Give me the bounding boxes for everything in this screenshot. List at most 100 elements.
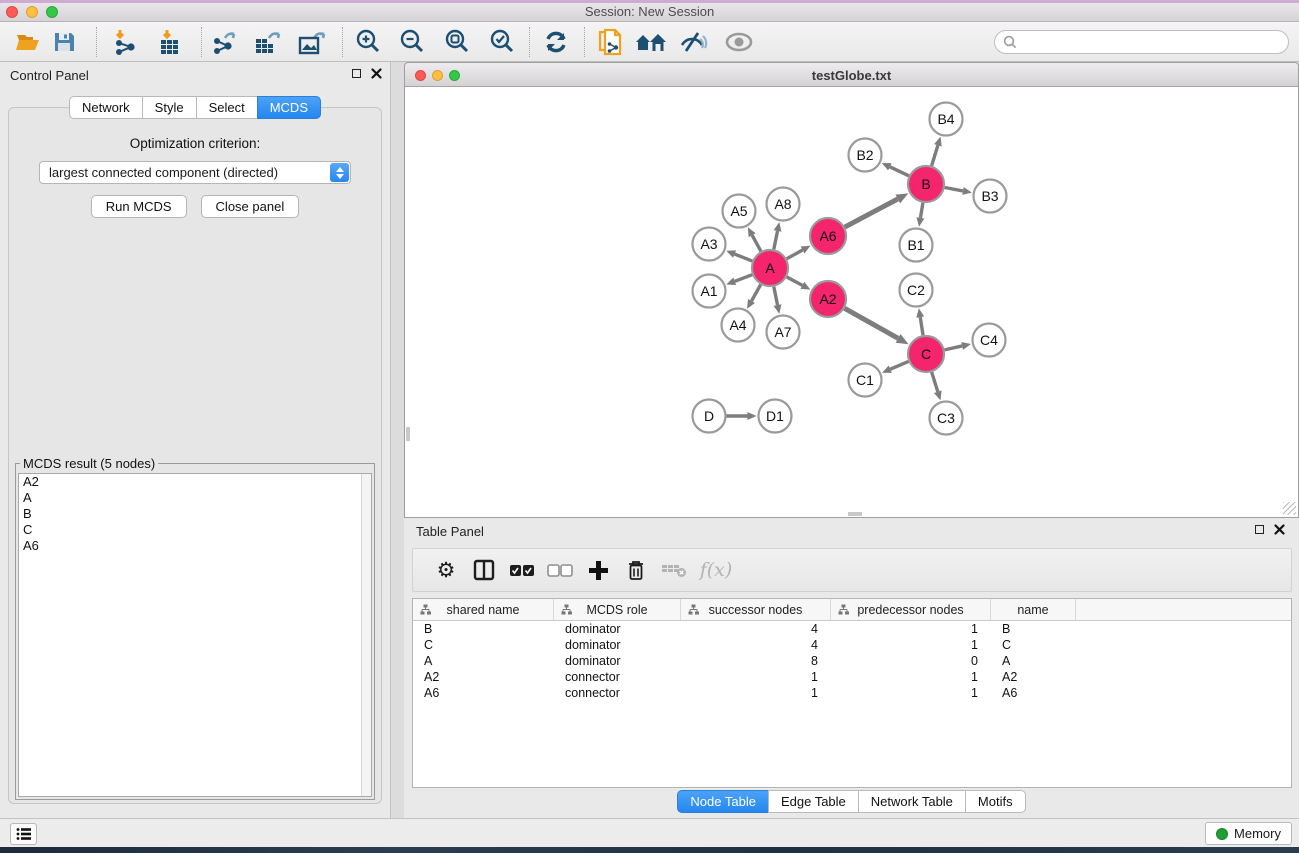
column-header-successor-nodes[interactable]: successor nodes xyxy=(681,599,831,620)
close-panel-button[interactable]: Close panel xyxy=(201,195,300,218)
table-cell[interactable]: 4 xyxy=(681,638,831,652)
open-session-button[interactable] xyxy=(10,25,46,59)
table-settings-button[interactable]: ⚙ xyxy=(427,552,465,588)
hide-selected-button[interactable] xyxy=(675,25,711,59)
column-header-name[interactable]: name xyxy=(991,599,1076,620)
table-cell[interactable]: C xyxy=(991,638,1076,652)
table-cell[interactable]: B xyxy=(413,622,554,636)
network-canvas[interactable]: B4B2BB3A8A5A6B1A3AC2A1A2A4A7C4CC1DD1C3 xyxy=(404,87,1299,518)
float-panel-icon[interactable] xyxy=(352,69,361,78)
table-cell[interactable]: A xyxy=(991,654,1076,668)
tab-network-table[interactable]: Network Table xyxy=(858,790,966,813)
table-row[interactable]: A2connector11A2 xyxy=(413,669,1291,685)
graph-edge-A-A3[interactable] xyxy=(735,254,753,261)
show-all-button[interactable] xyxy=(721,25,757,59)
result-list-item[interactable]: B xyxy=(19,506,371,522)
table-cell[interactable]: 1 xyxy=(831,670,991,684)
table-cell[interactable]: dominator xyxy=(554,622,681,636)
add-column-button[interactable] xyxy=(579,552,617,588)
canvas-vertical-scroll-indicator[interactable] xyxy=(406,427,410,441)
resize-grip[interactable] xyxy=(1283,502,1296,515)
tab-style[interactable]: Style xyxy=(142,96,197,119)
tab-edge-table[interactable]: Edge Table xyxy=(768,790,859,813)
search-input[interactable] xyxy=(1017,32,1288,52)
graph-edge-A-A2[interactable] xyxy=(787,277,803,285)
result-list-item[interactable]: C xyxy=(19,522,371,538)
table-cell[interactable]: A6 xyxy=(413,686,554,700)
table-cell[interactable]: dominator xyxy=(554,638,681,652)
select-all-button[interactable] xyxy=(503,552,541,588)
zoom-in-button[interactable] xyxy=(349,25,385,59)
mcds-result-list[interactable]: A2ABCA6 xyxy=(18,473,372,797)
zoom-out-button[interactable] xyxy=(393,25,429,59)
save-session-button[interactable] xyxy=(46,25,82,59)
graph-edge-A-A1[interactable] xyxy=(735,275,752,282)
table-cell[interactable]: 1 xyxy=(831,638,991,652)
graph-edge-A2-C[interactable] xyxy=(845,308,899,338)
memory-button[interactable]: Memory xyxy=(1205,822,1292,845)
table-row[interactable]: Cdominator41C xyxy=(413,637,1291,653)
graph-edge-C-C1[interactable] xyxy=(890,361,908,369)
table-row[interactable]: A6connector11A6 xyxy=(413,685,1291,701)
table-cell[interactable]: dominator xyxy=(554,654,681,668)
graph-edge-A-A4[interactable] xyxy=(751,285,760,301)
deselect-all-button[interactable] xyxy=(541,552,579,588)
graph-edge-A-A6[interactable] xyxy=(787,250,803,259)
table-cell[interactable]: 1 xyxy=(831,686,991,700)
column-header-predecessor-nodes[interactable]: predecessor nodes xyxy=(831,599,991,620)
graph-edge-B-B3[interactable] xyxy=(945,188,963,191)
import-table-button[interactable] xyxy=(153,25,189,59)
zoom-selected-button[interactable] xyxy=(483,25,519,59)
table-cell[interactable]: A6 xyxy=(991,686,1076,700)
delete-column-button[interactable] xyxy=(617,552,655,588)
table-cell[interactable]: connector xyxy=(554,670,681,684)
table-cell[interactable]: 4 xyxy=(681,622,831,636)
float-table-panel-icon[interactable] xyxy=(1255,525,1264,534)
graph-edge-C-C3[interactable] xyxy=(932,372,938,392)
run-mcds-button[interactable]: Run MCDS xyxy=(91,195,187,218)
column-header-shared-name[interactable]: shared name xyxy=(413,599,554,620)
home-layout-button[interactable] xyxy=(633,25,669,59)
graph-edge-B-B1[interactable] xyxy=(920,203,922,218)
graph-edge-A-A5[interactable] xyxy=(752,235,761,251)
table-cell[interactable]: 1 xyxy=(681,670,831,684)
tab-network[interactable]: Network xyxy=(69,96,143,119)
table-cell[interactable]: A2 xyxy=(991,670,1076,684)
graph-edge-C-C4[interactable] xyxy=(945,346,963,350)
tab-motifs[interactable]: Motifs xyxy=(965,790,1026,813)
table-cell[interactable]: A2 xyxy=(413,670,554,684)
result-list-item[interactable]: A6 xyxy=(19,538,371,554)
graph-edge-C-C2[interactable] xyxy=(920,317,923,335)
tab-node-table[interactable]: Node Table xyxy=(677,790,769,813)
export-table-button[interactable] xyxy=(250,25,286,59)
result-list-scrollbar[interactable] xyxy=(361,474,371,796)
export-image-button[interactable] xyxy=(294,25,330,59)
search-field[interactable] xyxy=(994,30,1289,54)
graph-edge-A-A8[interactable] xyxy=(774,231,778,249)
table-row[interactable]: Adominator80A xyxy=(413,653,1291,669)
delete-table-button[interactable] xyxy=(655,552,693,588)
table-row[interactable]: Bdominator41B xyxy=(413,621,1291,637)
criterion-dropdown[interactable]: largest connected component (directed) xyxy=(39,161,351,184)
result-list-item[interactable]: A xyxy=(19,490,371,506)
graph-edge-B-B4[interactable] xyxy=(932,145,938,166)
export-network-button[interactable] xyxy=(206,25,242,59)
table-cell[interactable]: 1 xyxy=(681,686,831,700)
graph-edge-B-B2[interactable] xyxy=(890,167,909,176)
close-panel-icon[interactable] xyxy=(371,68,382,79)
result-list-item[interactable]: A2 xyxy=(19,474,371,490)
zoom-fit-button[interactable] xyxy=(438,25,474,59)
canvas-horizontal-scroll-indicator[interactable] xyxy=(848,512,862,516)
graph-edge-A-A7[interactable] xyxy=(774,287,778,305)
tab-select[interactable]: Select xyxy=(196,96,258,119)
copy-network-view-button[interactable] xyxy=(593,25,629,59)
function-builder-button[interactable]: f(x) xyxy=(693,552,739,588)
network-window-titlebar[interactable]: testGlobe.txt xyxy=(404,62,1299,87)
table-cell[interactable]: 0 xyxy=(831,654,991,668)
table-cell[interactable]: 8 xyxy=(681,654,831,668)
table-cell[interactable]: 1 xyxy=(831,622,991,636)
table-cell[interactable]: C xyxy=(413,638,554,652)
import-network-button[interactable] xyxy=(107,25,143,59)
graph-edge-A6-B[interactable] xyxy=(845,199,898,227)
table-cell[interactable]: B xyxy=(991,622,1076,636)
